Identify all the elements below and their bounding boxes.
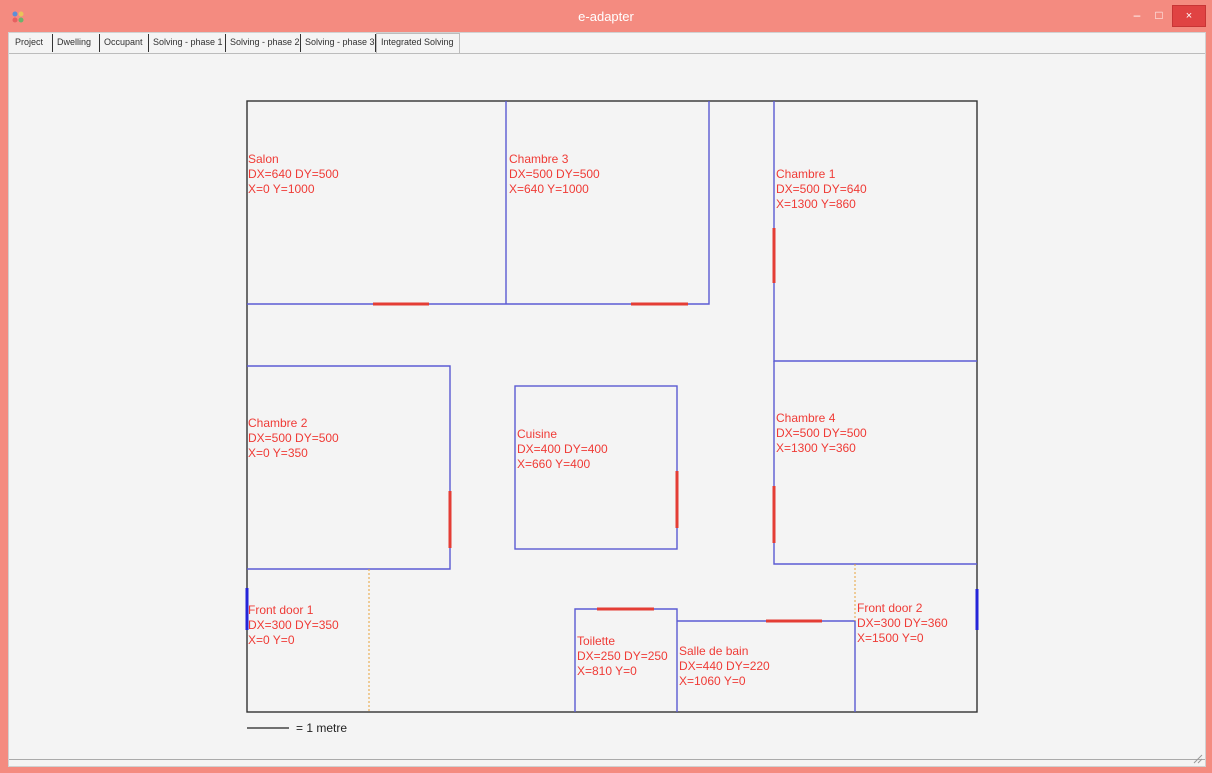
room-label-toilette: Toilette DX=250 DY=250 X=810 Y=0 xyxy=(577,634,668,678)
room-label-chambre-4: Chambre 4 DX=500 DY=500 X=1300 Y=360 xyxy=(776,411,867,455)
room-label-cuisine: Cuisine DX=400 DY=400 X=660 Y=400 xyxy=(517,427,608,471)
scale-label: = 1 metre xyxy=(296,721,348,735)
chambre-1-wall xyxy=(773,101,977,362)
room-label-front-door-1: Front door 1 DX=300 DY=350 X=0 Y=0 xyxy=(248,603,339,647)
tab-project[interactable]: Project xyxy=(11,34,53,52)
room-label-chambre-2: Chambre 2 DX=500 DY=500 X=0 Y=350 xyxy=(248,416,339,460)
room-label-chambre-1: Chambre 1 DX=500 DY=640 X=1300 Y=860 xyxy=(776,167,867,211)
tab-solving-phase-3[interactable]: Solving - phase 3 xyxy=(301,34,376,52)
window-title: e-adapter xyxy=(578,9,634,24)
chambre-4-wall xyxy=(773,361,977,565)
main-panel: Project Dwelling Occupant Solving - phas… xyxy=(8,32,1206,767)
floor-plan: Salon DX=640 DY=500 X=0 Y=1000 Chambre 3… xyxy=(9,53,1205,766)
tab-occupant[interactable]: Occupant xyxy=(100,34,149,52)
room-label-salon: Salon DX=640 DY=500 X=0 Y=1000 xyxy=(248,152,339,196)
salon-chambre-3-walls xyxy=(247,101,710,305)
room-label-front-door-2: Front door 2 DX=300 DY=360 X=1500 Y=0 xyxy=(857,601,948,645)
room-label-chambre-3: Chambre 3 DX=500 DY=500 X=640 Y=1000 xyxy=(509,152,600,196)
close-button[interactable]: × xyxy=(1172,5,1206,27)
chambre-2-wall xyxy=(247,365,451,570)
tab-strip: Project Dwelling Occupant Solving - phas… xyxy=(9,33,1205,54)
app-window: e-adapter – □ × Project Dwelling Occupan… xyxy=(0,0,1212,773)
room-label-salle-de-bain: Salle de bain DX=440 DY=220 X=1060 Y=0 xyxy=(679,644,770,688)
tab-integrated-solving[interactable]: Integrated Solving xyxy=(376,33,460,53)
tab-solving-phase-1[interactable]: Solving - phase 1 xyxy=(149,34,226,52)
tab-solving-phase-2[interactable]: Solving - phase 2 xyxy=(226,34,301,52)
maximize-button[interactable]: □ xyxy=(1150,5,1168,25)
resize-grip-icon[interactable] xyxy=(1193,754,1203,764)
status-divider xyxy=(9,759,1205,760)
tab-dwelling[interactable]: Dwelling xyxy=(53,34,100,52)
minimize-button[interactable]: – xyxy=(1128,5,1146,25)
title-bar[interactable]: e-adapter – □ × xyxy=(0,0,1212,32)
